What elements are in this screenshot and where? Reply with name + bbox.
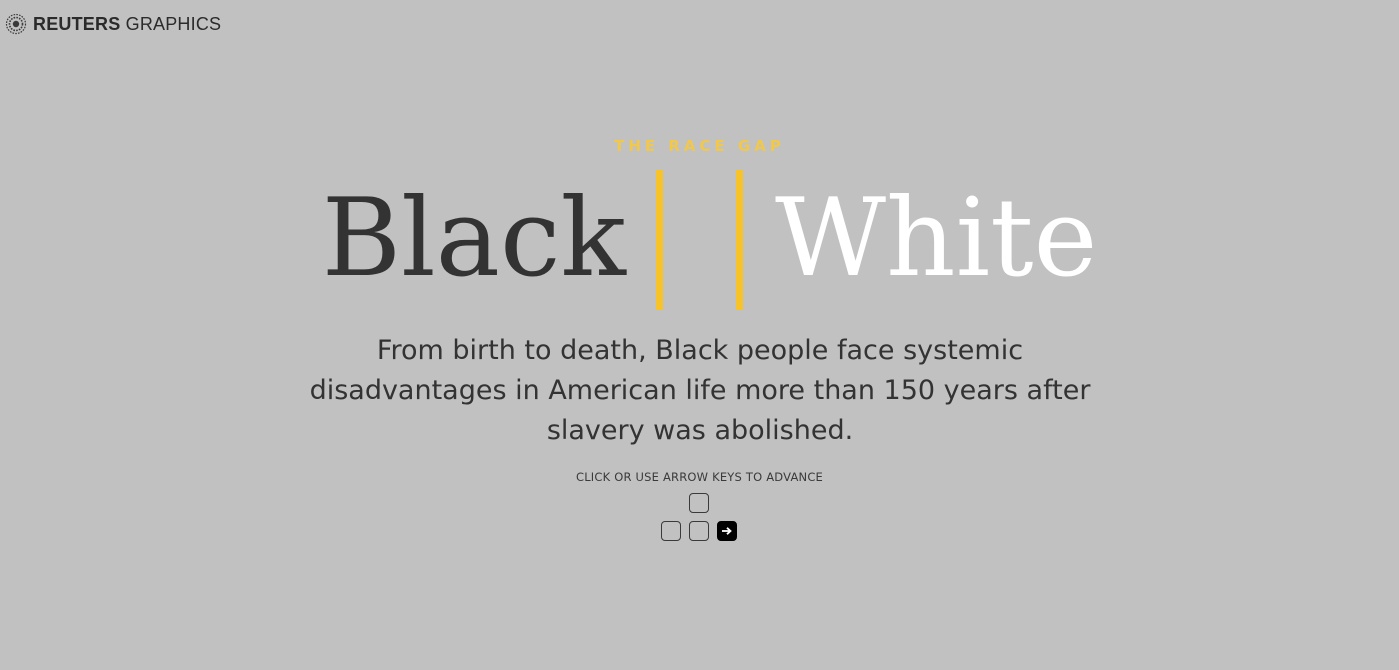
arrow-left-key[interactable] — [661, 521, 681, 541]
reuters-graphics-logo[interactable]: REUTERS GRAPHICS — [5, 12, 221, 36]
arrow-up-key[interactable] — [689, 493, 709, 513]
arrow-down-key[interactable] — [689, 521, 709, 541]
title-divider-right — [736, 170, 743, 310]
intro-description: From birth to death, Black people face s… — [309, 335, 1091, 446]
arrow-right-key[interactable] — [717, 521, 737, 541]
reuters-dot-ring-icon — [5, 13, 27, 35]
title-word-white: White — [775, 176, 1098, 301]
series-kicker: THE RACE GAP — [614, 137, 785, 155]
logo-brand-bold: REUTERS — [33, 13, 121, 34]
arrow-right-icon — [722, 527, 732, 535]
logo-wordmark: REUTERS GRAPHICS — [33, 14, 221, 35]
title-divider-left — [656, 170, 663, 310]
title-word-black: Black — [321, 176, 626, 301]
advance-instruction: CLICK OR USE ARROW KEYS TO ADVANCE — [575, 470, 824, 484]
logo-brand-light: GRAPHICS — [120, 13, 222, 34]
arrow-keys-hint — [661, 493, 741, 545]
